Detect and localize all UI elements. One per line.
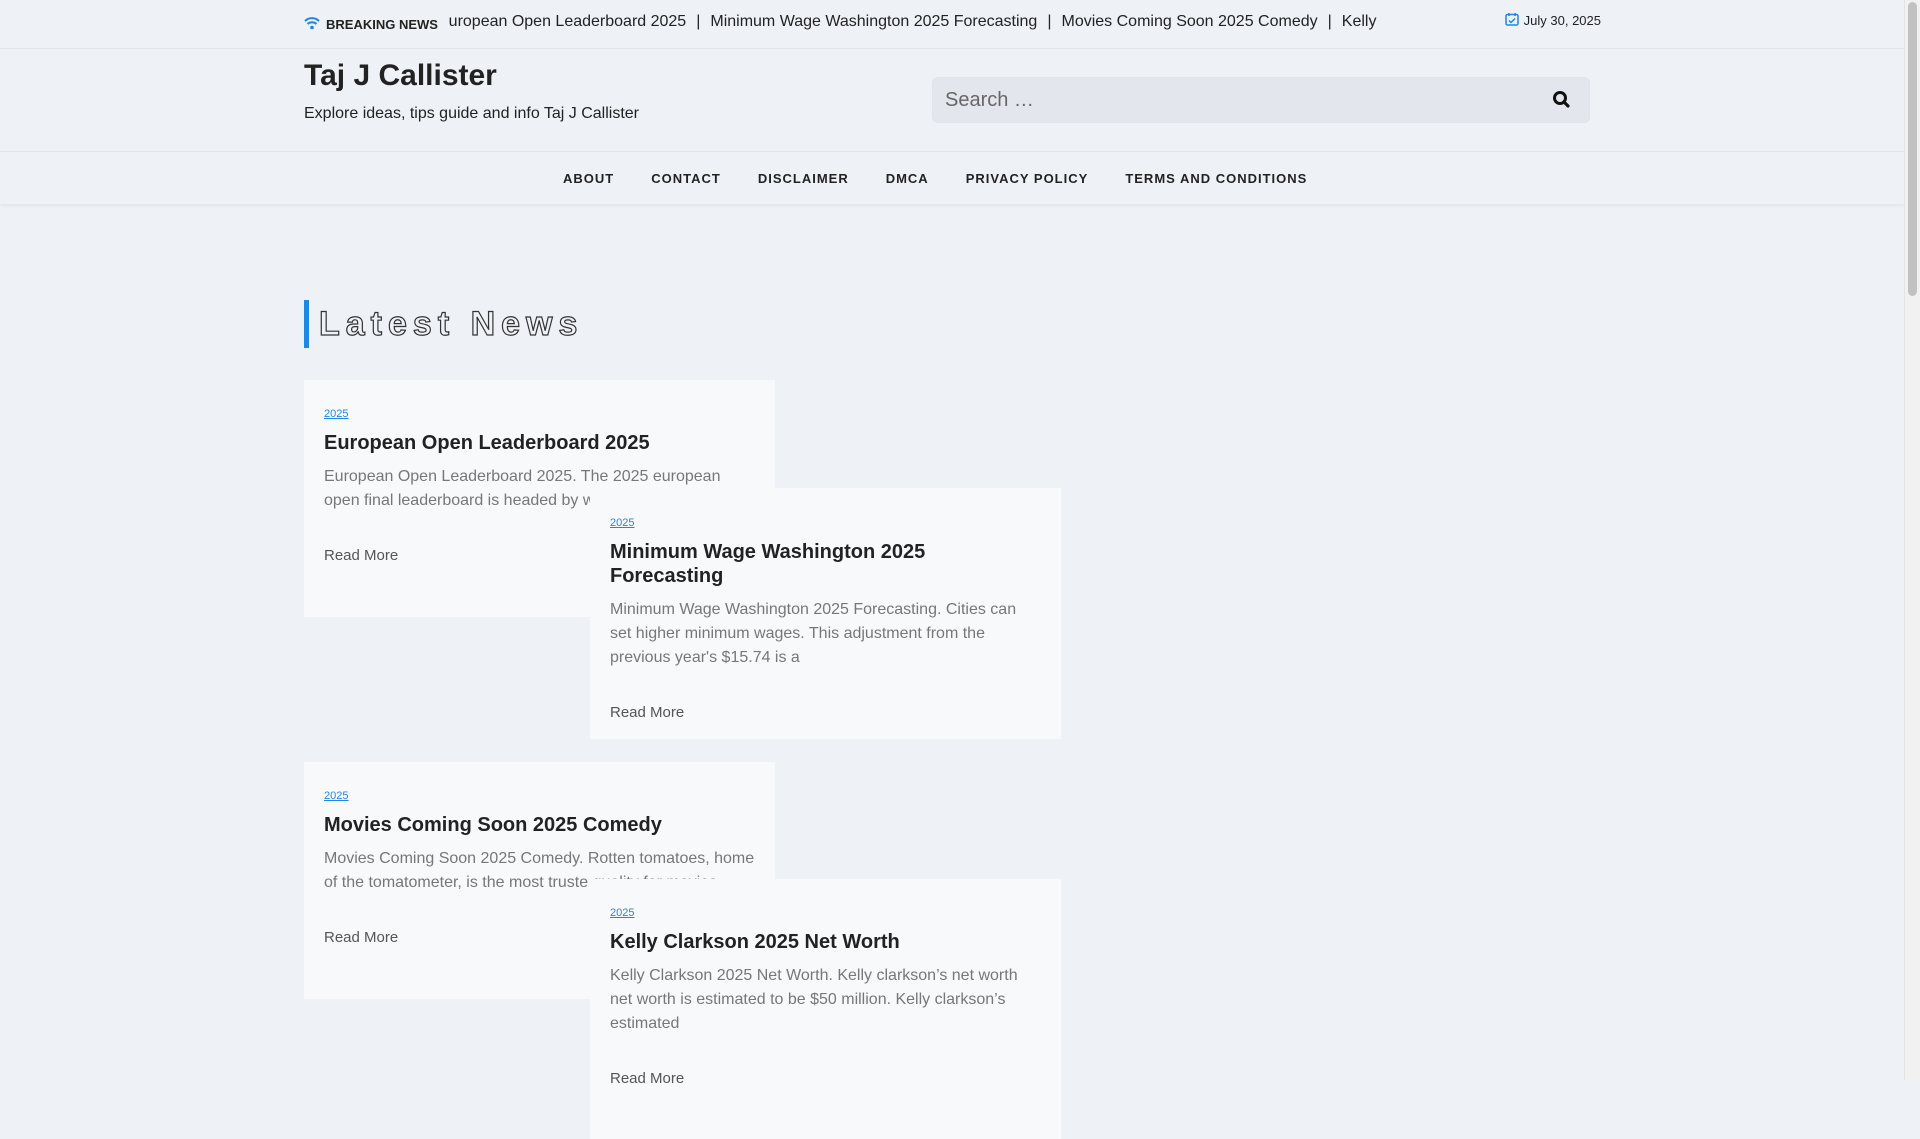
top-bar: BREAKING NEWS European Open Leaderboard … [0, 0, 1905, 49]
current-date: July 30, 2025 [1504, 12, 1601, 29]
ticker-item[interactable]: European Open Leaderboard 2025 [448, 13, 686, 31]
ticker-separator: | [696, 13, 701, 30]
post-category-link[interactable]: 2025 [324, 790, 348, 802]
nav-item-terms[interactable]: TERMS AND CONDITIONS [1125, 171, 1307, 186]
nav-item-disclaimer[interactable]: DISCLAIMER [758, 171, 849, 186]
read-more-link[interactable]: Read More [324, 547, 398, 564]
post-excerpt: Kelly Clarkson 2025 Net Worth. Kelly cla… [610, 967, 1018, 1032]
search-icon[interactable] [1551, 89, 1573, 111]
ticker-item[interactable]: Movies Coming Soon 2025 Comedy [1061, 13, 1317, 31]
ticker-separator: | [1047, 13, 1052, 30]
news-ticker: European Open Leaderboard 2025 | Minimum… [448, 12, 1380, 36]
read-more-link[interactable]: Read More [610, 1070, 684, 1087]
post-title[interactable]: Movies Coming Soon 2025 Comedy [324, 813, 755, 837]
post-title[interactable]: Kelly Clarkson 2025 Net Worth [610, 930, 1041, 954]
post-category-link[interactable]: 2025 [610, 907, 634, 919]
search-input[interactable] [933, 78, 1513, 122]
post-category-link[interactable]: 2025 [610, 517, 634, 529]
nav-item-dmca[interactable]: DMCA [886, 171, 929, 186]
post-card: 2025 Minimum Wage Washington 2025 Foreca… [590, 488, 1061, 739]
site-header: Taj J Callister Explore ideas, tips guid… [0, 49, 1905, 151]
page-scrollbar[interactable] [1904, 0, 1920, 1080]
site-title[interactable]: Taj J Callister [304, 59, 497, 93]
post-title[interactable]: Minimum Wage Washington 2025 Forecasting [610, 540, 1041, 588]
nav-item-privacy-policy[interactable]: PRIVACY POLICY [966, 171, 1089, 186]
read-more-link[interactable]: Read More [610, 704, 684, 721]
section-heading: Latest News [304, 300, 583, 348]
calendar-check-icon [1504, 12, 1519, 29]
breaking-news-label: BREAKING NEWS [304, 14, 438, 34]
wifi-icon [304, 16, 320, 33]
date-text: July 30, 2025 [1523, 13, 1601, 28]
ticker-item[interactable]: Minimum Wage Washington 2025 Forecasting [710, 13, 1037, 31]
post-title[interactable]: European Open Leaderboard 2025 [324, 431, 755, 455]
post-excerpt: Minimum Wage Washington 2025 Forecasting… [610, 601, 1017, 666]
breaking-news-text: BREAKING NEWS [326, 16, 438, 32]
site-tagline: Explore ideas, tips guide and info Taj J… [304, 105, 639, 122]
ticker-item[interactable]: Kelly Clarkson 2025 Net Worth [1342, 13, 1380, 31]
nav-item-about[interactable]: ABOUT [563, 171, 614, 186]
read-more-link[interactable]: Read More [324, 929, 398, 946]
section-title: Latest News [318, 304, 584, 343]
nav-item-contact[interactable]: CONTACT [651, 171, 721, 186]
scrollbar-thumb[interactable] [1908, 2, 1917, 296]
post-category-link[interactable]: 2025 [324, 408, 348, 420]
ticker-separator: | [1327, 13, 1332, 30]
search-form [932, 77, 1590, 123]
main-navigation: ABOUT CONTACT DISCLAIMER DMCA PRIVACY PO… [0, 151, 1905, 204]
post-card: 2025 Kelly Clarkson 2025 Net Worth Kelly… [590, 879, 1061, 1139]
